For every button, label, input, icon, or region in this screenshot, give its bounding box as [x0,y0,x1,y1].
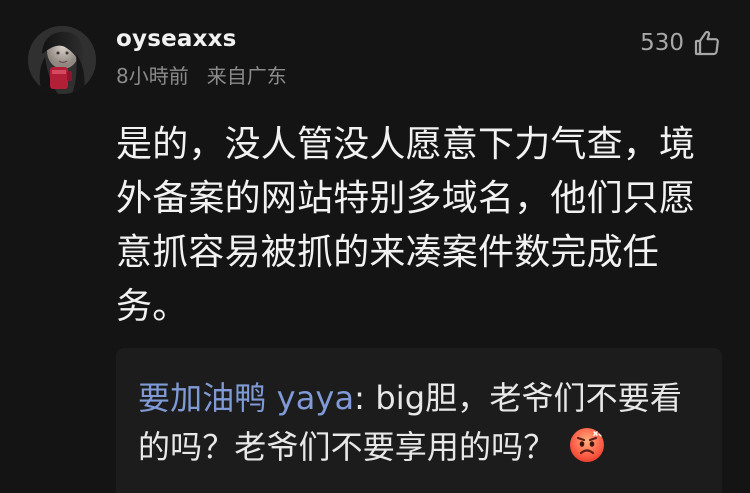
comment-body: 是的，没人管没人愿意下力气查，境外备案的网站特别多域名，他们只愿意抓容易被抓的来… [116,124,696,327]
reply-separator: : [354,379,376,417]
comment-location: 来自广东 [206,64,287,88]
avatar[interactable] [28,26,96,94]
like-count: 530 [640,29,684,56]
comment-meta: 8小時前 来自广东 [116,66,287,86]
reply-username[interactable]: 要加油鸭 yaya [138,379,354,417]
comment-item: oyseaxxs 8小時前 来自广东 530 是的，没人管没人愿意下力气查，境外备… [0,0,750,493]
comment-username[interactable]: oyseaxxs [116,28,237,51]
reply-text-line: 要加油鸭 yaya: big胆，老爷们不要看的吗？老爷们不要享用的吗？ [138,374,700,472]
like-button[interactable]: 530 [640,28,722,58]
angry-face-icon [569,428,604,462]
thumbs-up-icon [694,30,719,56]
reply-preview[interactable]: 要加油鸭 yaya: big胆，老爷们不要看的吗？老爷们不要享用的吗？ [116,348,722,493]
comment-time: 8小時前 [116,64,189,88]
